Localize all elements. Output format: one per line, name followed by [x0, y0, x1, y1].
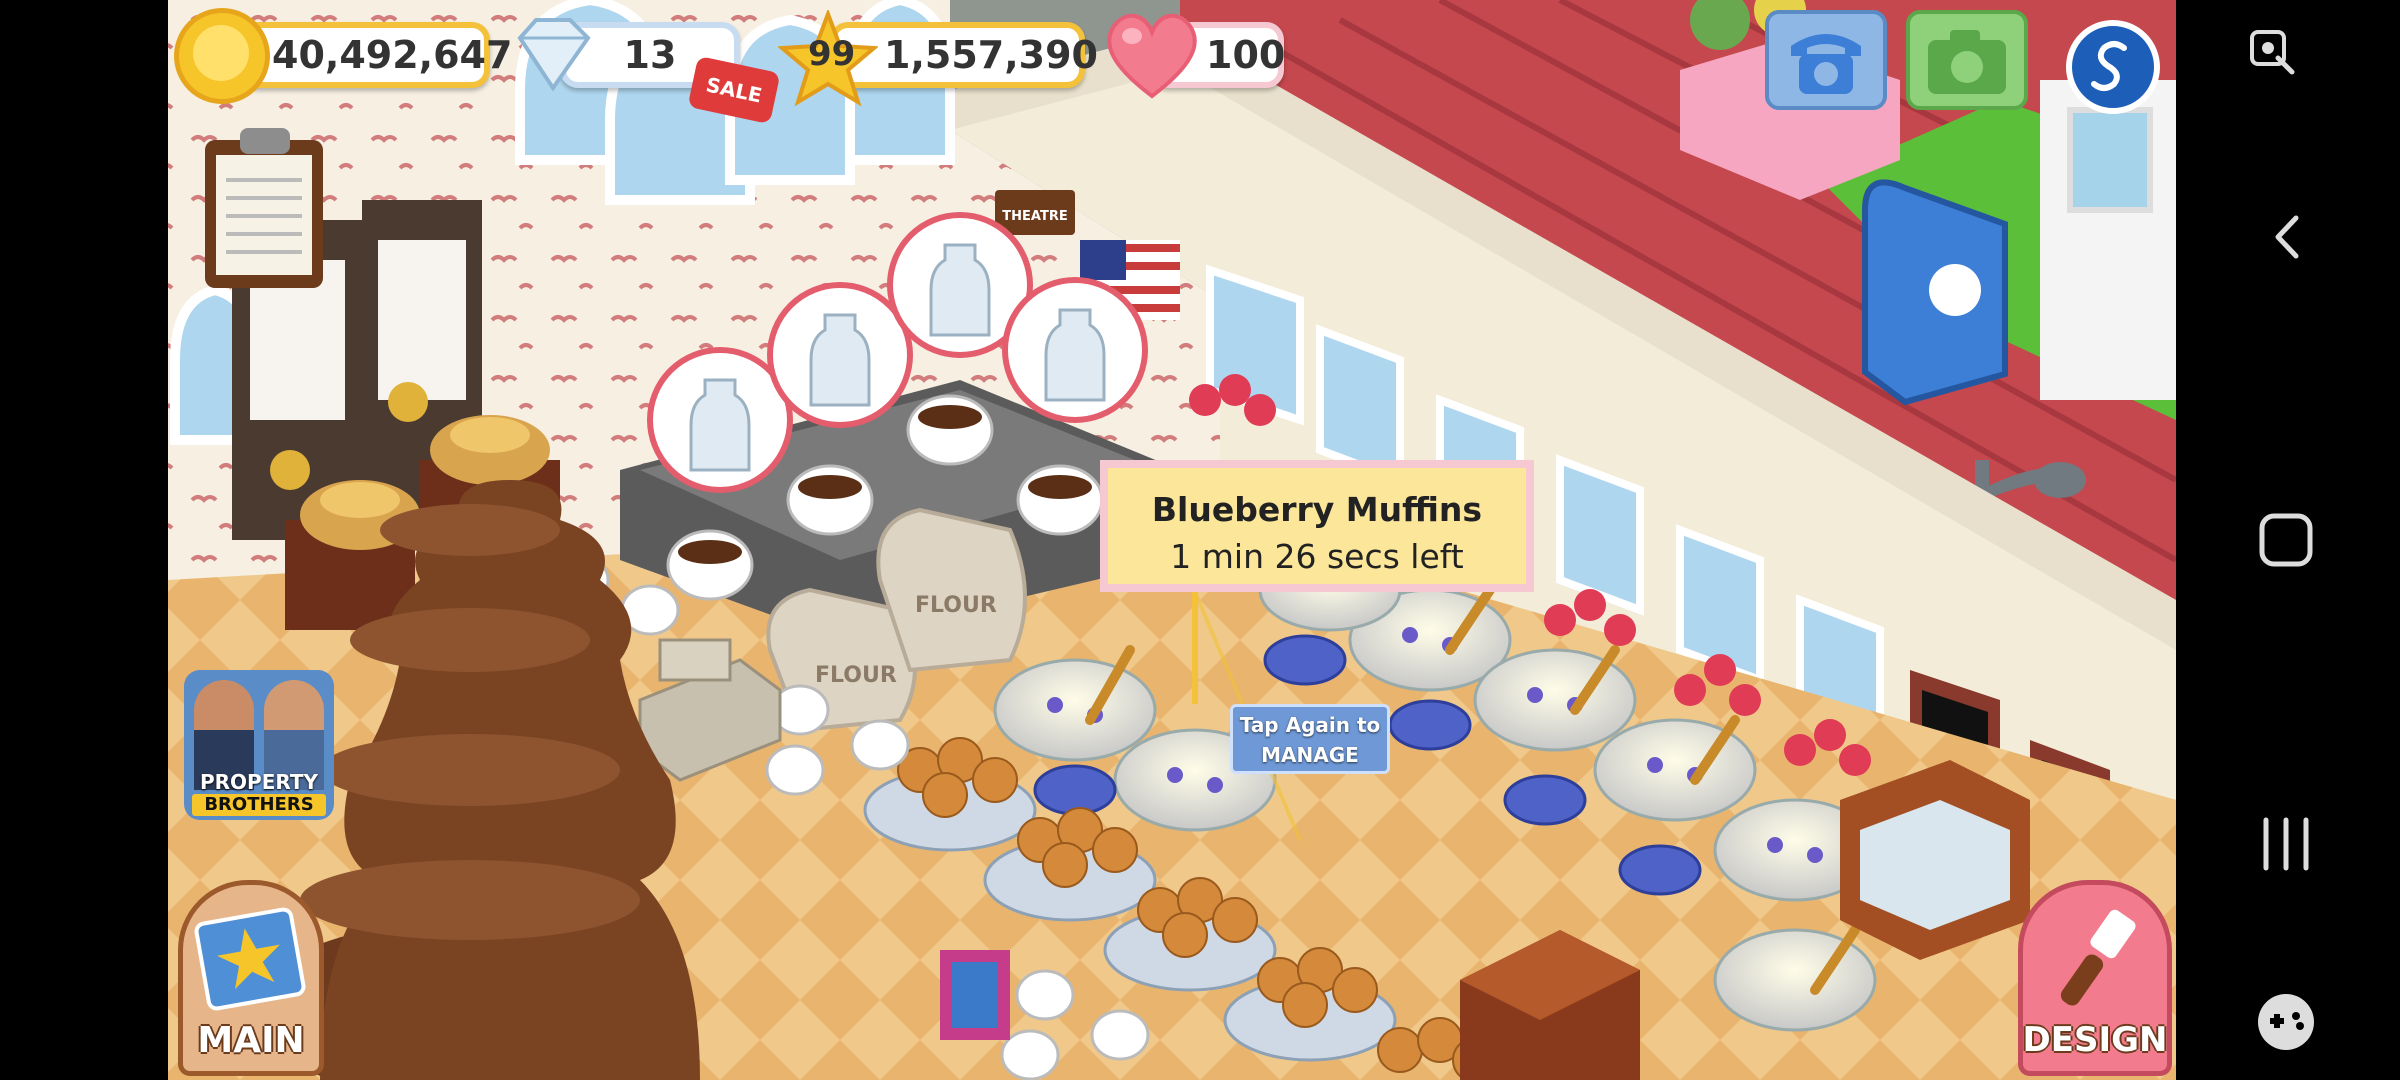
social-icon[interactable] — [2066, 20, 2160, 114]
coin-icon — [174, 8, 270, 104]
gems-value: 13 — [623, 33, 677, 77]
hearts-value: 100 — [1206, 33, 1286, 77]
coins-value: 40,492,647 — [272, 33, 513, 77]
phone-icon[interactable] — [1765, 10, 1887, 110]
screen-lock-icon[interactable] — [2248, 28, 2298, 78]
property-brothers-promo[interactable]: PROPERTY BROTHERS — [184, 670, 334, 820]
tap-hint-line2: MANAGE — [1261, 743, 1359, 767]
diamond-icon — [510, 14, 596, 94]
main-button[interactable]: MAIN — [178, 880, 324, 1076]
sale-label: SALE — [703, 72, 765, 108]
flour-label: FLOUR — [915, 593, 997, 618]
design-label: DESIGN — [2022, 1020, 2168, 1060]
back-icon[interactable] — [2264, 212, 2314, 262]
promo-line1: PROPERTY — [199, 770, 318, 794]
tap-hint-line1: Tap Again to — [1239, 713, 1381, 737]
camera-icon[interactable] — [1906, 10, 2028, 110]
wooden-cabinet — [1840, 760, 2030, 960]
mailbox[interactable] — [1862, 179, 2008, 406]
tooltip-timer: 1 min 26 secs left — [1170, 537, 1464, 576]
manage-hint-button[interactable]: Tap Again to MANAGE — [1230, 704, 1390, 774]
xp-value: 1,557,390 — [884, 33, 1098, 77]
coins-counter[interactable]: 40,492,647 — [240, 22, 512, 88]
recent-apps-icon[interactable] — [2256, 816, 2316, 872]
clipboard-icon[interactable] — [205, 128, 323, 288]
recipe-book-icon — [192, 906, 308, 1012]
system-nav-bar — [2176, 0, 2400, 1080]
game-launcher-icon[interactable] — [2254, 990, 2318, 1054]
level-value: 99 — [808, 34, 856, 74]
tooltip-title: Blueberry Muffins — [1151, 490, 1483, 529]
home-icon[interactable] — [2258, 512, 2314, 568]
promo-line2: BROTHERS — [204, 794, 314, 815]
paintbrush-icon — [2042, 902, 2152, 1012]
game-screen[interactable]: THEATRE FLOUR FLOUR 40,492,647 13 SALE 1… — [0, 0, 2400, 1080]
theatre-sign-text: THEATRE — [1002, 209, 1067, 224]
promo-line2-box: BROTHERS — [192, 794, 326, 816]
heart-icon — [1102, 6, 1202, 102]
design-button[interactable]: DESIGN — [2018, 880, 2172, 1076]
flour-label: FLOUR — [815, 663, 897, 688]
main-label: MAIN — [197, 1020, 305, 1061]
order-tooltip[interactable]: Blueberry Muffins 1 min 26 secs left — [1100, 460, 1534, 592]
